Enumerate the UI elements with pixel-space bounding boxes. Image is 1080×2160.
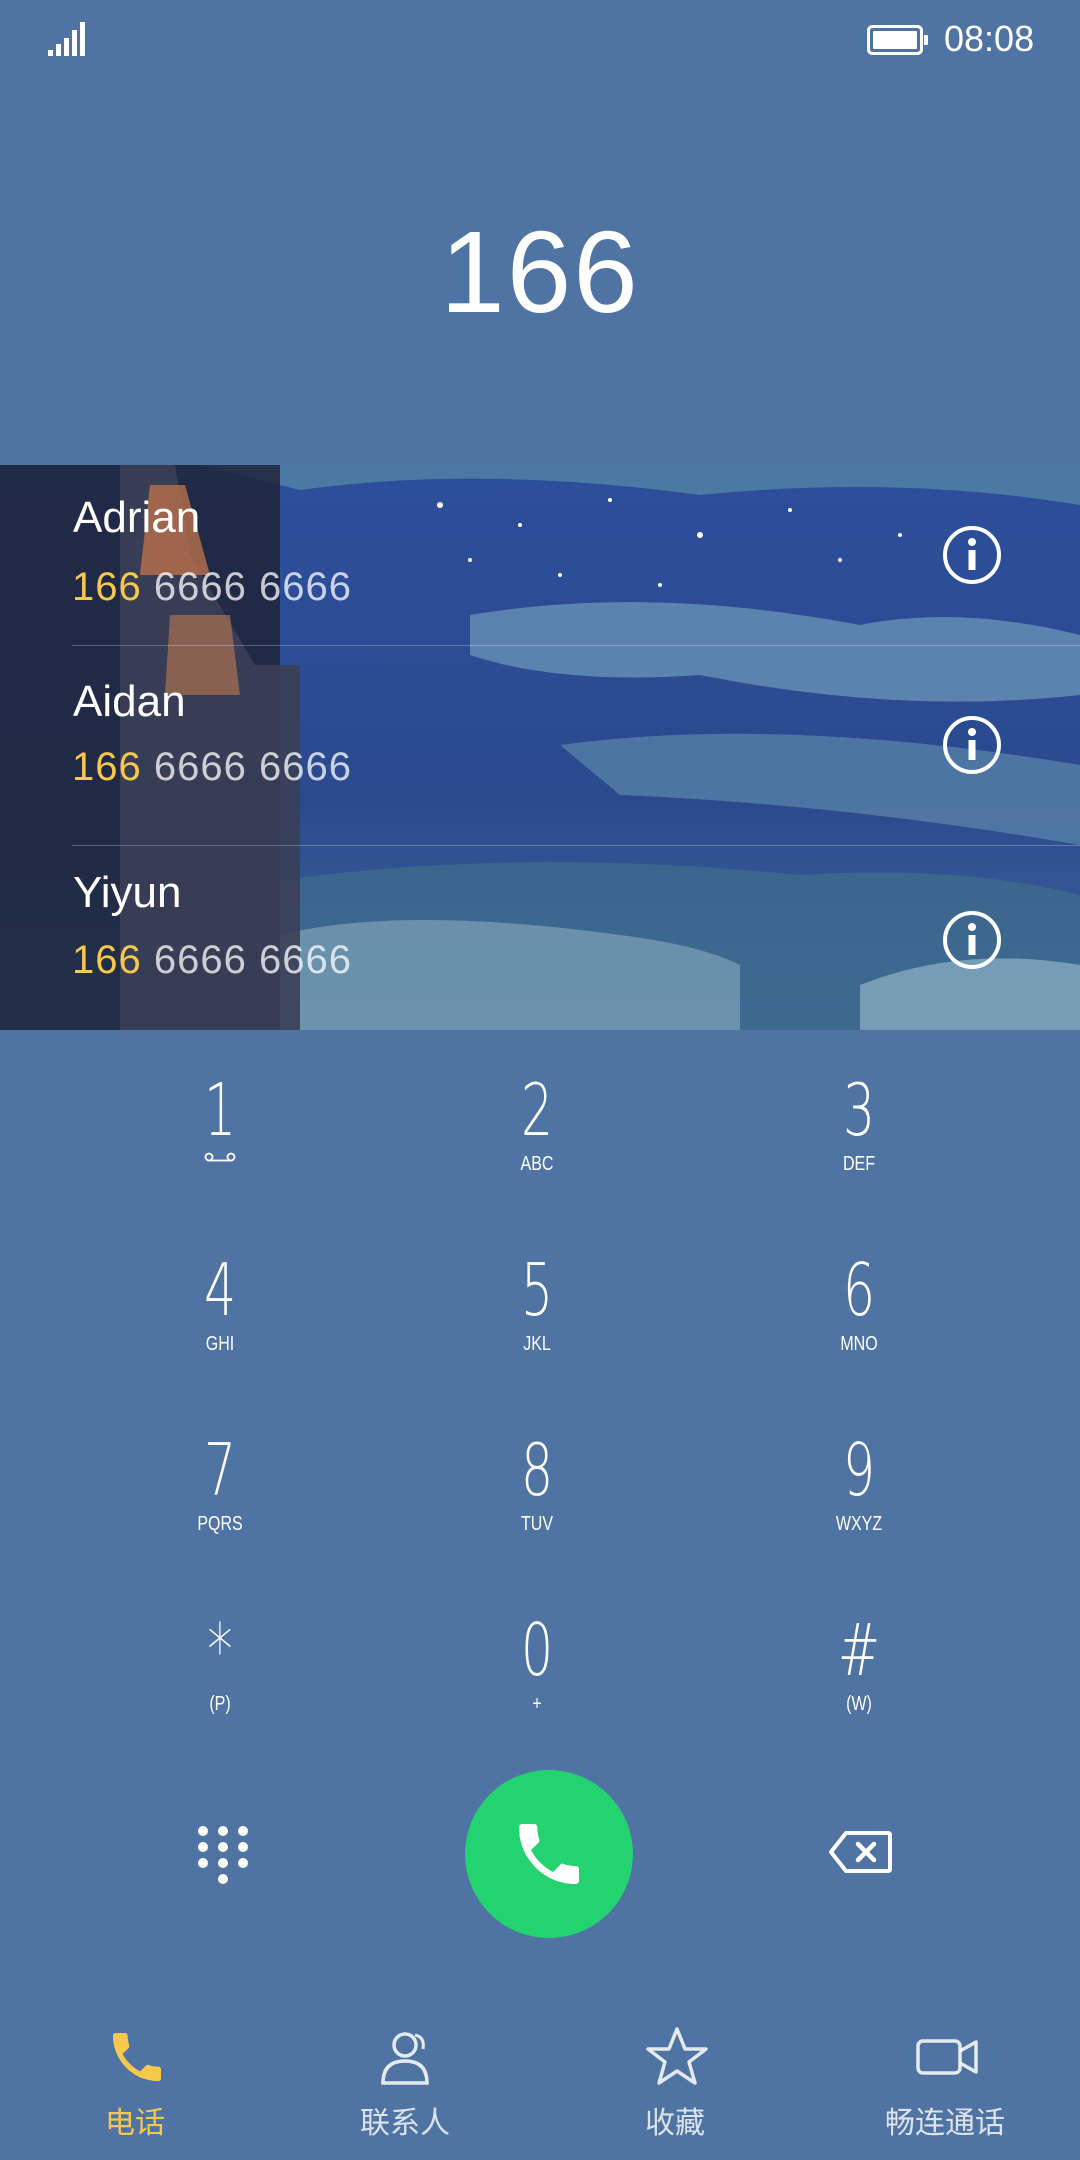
key-2[interactable]: 2 ABC [412,1070,662,1220]
tab-contacts[interactable]: 联系人 [270,2000,540,2160]
key-3[interactable]: 3 DEF [734,1070,984,1220]
number-rest: 6666 6666 [141,565,352,609]
contact-item[interactable]: Aidan 166 6666 6666 [0,655,1080,850]
key-9[interactable]: 9 WXYZ [734,1430,984,1580]
key-letters: DEF [843,1153,875,1175]
key-1[interactable]: 1 [95,1070,345,1220]
dialpad-icon[interactable] [195,1825,251,1885]
number-rest: 6666 6666 [141,938,352,982]
contact-number: 166 6666 6666 [72,565,352,610]
divider [72,645,1080,646]
key-letters: MNO [840,1333,878,1355]
key-letters: + [532,1693,542,1715]
key-digit: 5 [520,1248,554,1332]
number-match: 166 [72,565,142,609]
tab-label: 联系人 [360,2106,450,2141]
key-digit: 2 [520,1068,554,1152]
clock: 08:08 [944,18,1035,59]
tab-meetime[interactable]: 畅连通话 [810,2000,1080,2160]
contacts-icon [381,2032,429,2085]
number-rest: 6666 6666 [141,745,352,789]
info-icon[interactable] [942,910,1002,970]
key-letters: (W) [846,1693,872,1715]
info-icon[interactable] [942,715,1002,775]
contact-number: 166 6666 6666 [72,938,352,983]
contact-item[interactable]: Yiyun 166 6666 6666 [0,850,1080,1030]
call-button[interactable] [465,1770,633,1938]
key-0[interactable]: 0 + [412,1610,662,1760]
phone-icon [113,2033,161,2081]
key-8[interactable]: 8 TUV [412,1430,662,1580]
contact-results: Adrian 166 6666 6666 Aidan 166 6666 6666… [0,465,1080,1030]
key-letters: PQRS [197,1513,243,1535]
key-digit: * [207,1608,233,1692]
dial-controls [0,1770,1080,1940]
tab-favorites[interactable]: 收藏 [540,2000,810,2160]
key-digit: # [837,1608,881,1692]
status-bar: 08:08 [0,0,1080,80]
key-star[interactable]: * (P) [95,1610,345,1760]
key-letters: ABC [520,1153,554,1175]
key-digit: 6 [842,1248,876,1332]
number-match: 166 [72,745,142,789]
divider [72,845,1080,846]
key-digit: 3 [842,1068,876,1152]
contact-item[interactable]: Adrian 166 6666 6666 [0,465,1080,660]
number-match: 166 [72,938,142,982]
key-4[interactable]: 4 GHI [95,1250,345,1400]
contact-number: 166 6666 6666 [72,745,352,790]
tab-phone[interactable]: 电话 [0,2000,270,2160]
dialed-number[interactable]: 166 [0,205,1080,339]
key-5[interactable]: 5 JKL [412,1250,662,1400]
tab-label: 电话 [105,2106,165,2141]
contact-name: Yiyun [73,868,182,917]
key-digit: 7 [203,1428,237,1512]
contact-name: Adrian [73,493,201,542]
key-digit: 9 [842,1428,876,1512]
key-7[interactable]: 7 PQRS [95,1430,345,1580]
key-letters: GHI [205,1333,235,1355]
key-letters: WXYZ [835,1513,883,1535]
key-letters: JKL [523,1333,551,1355]
signal-icon [48,22,85,56]
contact-name: Aidan [73,677,186,726]
key-digit: 4 [203,1248,237,1332]
key-digit: 0 [520,1608,554,1692]
voicemail-icon [204,1152,236,1162]
video-call-icon [916,2039,978,2075]
star-icon [646,2027,708,2085]
key-letters: (P) [209,1693,231,1715]
key-digit: 1 [203,1068,237,1152]
battery-icon [867,25,928,55]
key-hash[interactable]: # (W) [734,1610,984,1760]
key-6[interactable]: 6 MNO [734,1250,984,1400]
tab-label: 收藏 [645,2106,705,2141]
key-letters: TUV [521,1513,553,1535]
phone-icon [519,1824,579,1884]
info-icon[interactable] [942,525,1002,585]
key-digit: 8 [520,1428,554,1512]
backspace-icon[interactable] [828,1830,892,1874]
bottom-navigation: 电话 联系人 收藏 畅连通话 [0,2000,1080,2160]
tab-label: 畅连通话 [885,2106,1005,2141]
